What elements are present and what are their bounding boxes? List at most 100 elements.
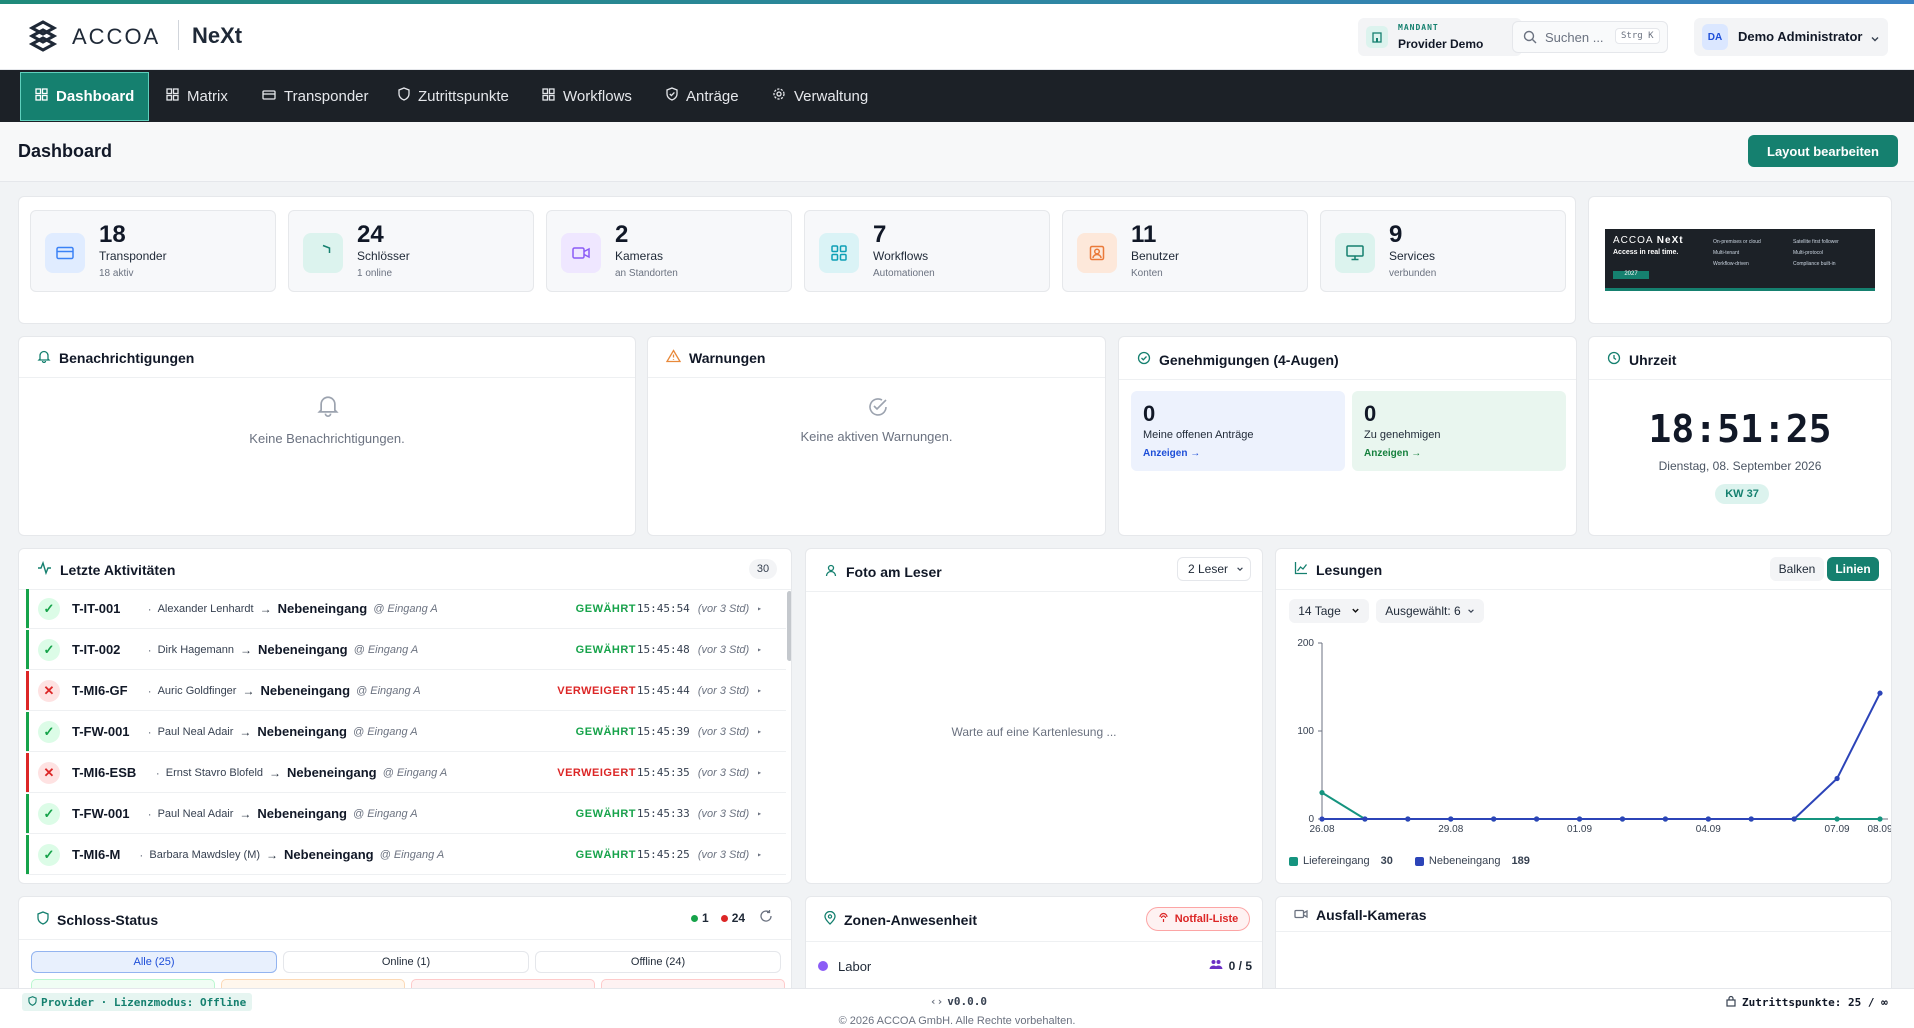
check-icon: ✓: [38, 638, 60, 661]
activity-row[interactable]: ✕ T-MI6-GF · Auric Goldfinger → Nebeneingang @…: [26, 671, 786, 711]
status-bar: [26, 753, 29, 792]
nav-antraege[interactable]: Anträge: [666, 70, 739, 122]
range-select[interactable]: 14 Tage: [1289, 599, 1369, 623]
notifications-card: Benachrichtigungen Keine Benachrichtigun…: [18, 336, 636, 536]
x-tick-label: 29.08: [1438, 824, 1463, 835]
activity-row[interactable]: ✓ T-MI6-M · Barbara Mawdsley (M) → Nebeneinga…: [26, 835, 786, 875]
x-tick-label: 26.08: [1309, 824, 1334, 835]
user-menu[interactable]: DA Demo Administrator: [1694, 18, 1888, 56]
activity-row[interactable]: ✕ T-MI6-ESB · Ernst Stavro Blofeld → Nebenein…: [26, 753, 786, 793]
user-icon: [824, 563, 838, 580]
brand-logo-text: ACCOA: [72, 24, 161, 49]
stat-tile-schlösser[interactable]: 24 Schlösser 1 online: [288, 210, 534, 292]
tab-all[interactable]: Alle (25): [31, 951, 277, 973]
activities-count-badge: 30: [749, 559, 777, 579]
activity-row[interactable]: ✓ T-IT-001 · Alexander Lenhardt → Nebeneingan…: [26, 589, 786, 629]
activity-detail: · Auric Goldfinger → Nebeneingang @ Eingang …: [147, 683, 421, 698]
promo-banner-card[interactable]: ACCOA NeXt Access in real time. 2027 On-…: [1588, 196, 1892, 324]
location: @ Eingang A: [373, 602, 438, 615]
to-approve-link[interactable]: Anzeigen →: [1364, 448, 1421, 459]
person-name: Ernst Stavro Blofeld: [165, 766, 264, 779]
stat-tile-kameras[interactable]: 2 Kameras an Standorten: [546, 210, 792, 292]
search-input[interactable]: Suchen ... Strg K: [1512, 21, 1668, 53]
target-name: Nebeneingang: [277, 601, 368, 616]
edit-layout-button[interactable]: Layout bearbeiten: [1748, 135, 1898, 167]
search-placeholder: Suchen ...: [1545, 30, 1604, 45]
lines-toggle-button[interactable]: Linien: [1827, 557, 1879, 581]
nav-matrix[interactable]: Matrix: [166, 70, 228, 122]
nav-dashboard[interactable]: Dashboard: [20, 72, 150, 121]
time-value: 15:45:25: [636, 848, 690, 861]
data-point: [1877, 816, 1883, 822]
mandant-label: MANDANT: [1398, 23, 1439, 32]
user-name: Demo Administrator: [1738, 29, 1863, 44]
target-name: Nebeneingang: [257, 724, 347, 739]
transponder-id: T-IT-001: [72, 601, 121, 616]
status-bar: [26, 589, 29, 628]
nav-workflows[interactable]: Workflows: [542, 70, 632, 122]
series-select-value: Ausgewählt: 6: [1385, 604, 1461, 618]
activity-time: · 15:45:54 (vor 3 Std) ▸: [622, 602, 762, 615]
my-open-requests[interactable]: 0 Meine offenen Anträge Anzeigen →: [1131, 391, 1345, 471]
stat-label: Workflows: [873, 249, 929, 263]
activity-row[interactable]: ✓ T-FW-001 · Paul Neal Adair → Nebeneingang @ …: [26, 712, 786, 752]
stat-tile-benutzer[interactable]: 11 Benutzer Konten: [1062, 210, 1308, 292]
stat-value: 9: [1389, 221, 1403, 248]
readings-card: Lesungen Balken Linien 14 Tage Ausgewähl…: [1275, 548, 1892, 884]
time-ago: (vor 3 Std): [697, 848, 750, 861]
stat-value: 7: [873, 221, 887, 248]
stat-tile-transponder[interactable]: 18 Transponder 18 aktiv: [30, 210, 276, 292]
legend-item[interactable]: Liefereingang 30: [1289, 855, 1393, 867]
scrollbar[interactable]: [787, 591, 791, 661]
legend-item[interactable]: Nebeneingang 189: [1414, 855, 1530, 867]
transponder-id: T-MI6-ESB: [72, 765, 137, 780]
photo-waiting: Warte auf eine Kartenlesung ...: [951, 725, 1117, 739]
check-icon: ✓: [38, 802, 60, 825]
clock-card: Uhrzeit 18:51:25 Dienstag, 08. September…: [1588, 336, 1892, 536]
activity-row[interactable]: ✓ T-IT-002 · Dirk Hagemann → Nebeneingang @ Ei…: [26, 630, 786, 670]
activity-time: · 15:45:35 (vor 3 Std) ▸: [622, 766, 762, 779]
stat-sub: an Standorten: [615, 268, 678, 279]
avatar: DA: [1702, 24, 1728, 50]
bars-toggle-button[interactable]: Balken: [1770, 557, 1824, 581]
tab-offline[interactable]: Offline (24): [535, 951, 781, 973]
zone-row[interactable]: Labor 0 / 5: [818, 953, 1252, 979]
series-select[interactable]: Ausgewählt: 6: [1376, 599, 1484, 623]
card-title: Zonen-Anwesenheit: [824, 910, 977, 928]
card-title: Schloss-Status: [37, 911, 158, 928]
refresh-icon[interactable]: [759, 909, 773, 926]
access-points-counter: Zutrittspunkte: 25 / ∞: [1726, 995, 1888, 1010]
my-open-requests-link[interactable]: Anzeigen →: [1143, 448, 1200, 459]
nav-zutrittspunkte[interactable]: Zutrittspunkte: [398, 70, 509, 122]
bell-icon: [316, 393, 340, 420]
to-approve[interactable]: 0 Zu genehmigen Anzeigen →: [1352, 391, 1566, 471]
nav-label: Workflows: [563, 87, 632, 105]
arrow-right-icon: →: [242, 683, 255, 698]
nav-verwaltung[interactable]: Verwaltung: [772, 70, 868, 122]
arrow-right-icon: →: [239, 724, 252, 739]
data-point: [1619, 816, 1626, 822]
activity-detail: · Ernst Stavro Blofeld → Nebeneingang @ Eing…: [155, 765, 448, 780]
provider-badge: Provider · Lizenzmodus: Offline: [22, 993, 253, 1011]
approvals-card: Genehmigungen (4-Augen) 0 Meine offenen …: [1118, 336, 1577, 536]
data-point: [1748, 816, 1754, 822]
data-point: [1791, 816, 1797, 822]
activity-row[interactable]: ✓ T-FW-001 · Paul Neal Adair → Nebeneingang @ …: [26, 794, 786, 834]
stat-tile-workflows[interactable]: 7 Workflows Automationen: [804, 210, 1050, 292]
to-approve-label: Zu genehmigen: [1364, 429, 1441, 441]
notifications-empty: Keine Benachrichtigungen.: [249, 431, 405, 446]
tab-online[interactable]: Online (1): [283, 951, 529, 973]
card-title: Warnungen: [665, 349, 765, 366]
data-point: [1448, 816, 1454, 822]
mandant-switcher[interactable]: MANDANT Provider Demo: [1358, 18, 1522, 56]
nav-transponder[interactable]: Transponder: [262, 70, 369, 122]
target-name: Nebeneingang: [287, 765, 377, 780]
location: @ Eingang A: [356, 684, 421, 697]
warning-icon: [665, 349, 682, 366]
data-point: [1319, 816, 1325, 822]
reader-select[interactable]: 2 Leser: [1177, 557, 1251, 581]
stat-tile-services[interactable]: 9 Services verbunden: [1320, 210, 1566, 292]
emergency-list-button[interactable]: Notfall-Liste: [1146, 907, 1250, 931]
stat-label: Transponder: [99, 249, 167, 263]
data-point: [1705, 816, 1711, 822]
